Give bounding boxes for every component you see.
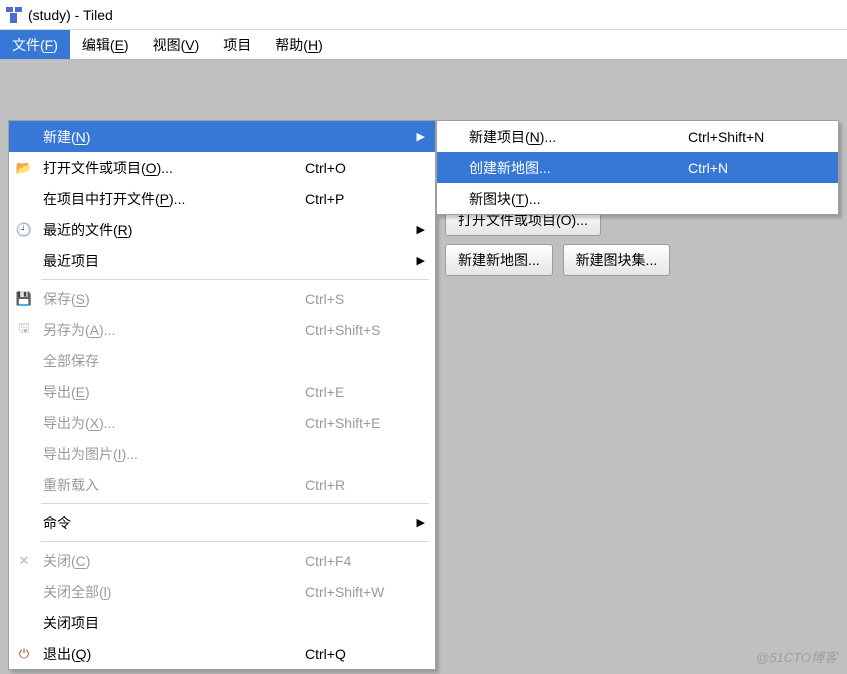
file-menu-save-all: 全部保存 bbox=[9, 345, 435, 376]
app-icon bbox=[6, 7, 22, 23]
menu-help[interactable]: 帮助(H) bbox=[263, 30, 334, 59]
quit-icon: ⏻ bbox=[9, 646, 39, 662]
file-menu-reload: 重新载入 Ctrl+R bbox=[9, 469, 435, 500]
close-icon: ✕ bbox=[9, 553, 39, 569]
file-menu-close-project[interactable]: 关闭项目 bbox=[9, 607, 435, 638]
separator bbox=[41, 541, 429, 542]
workspace: 打开文件或项目(O)... 新建新地图... 新建图块集... 新建(N) ▶ … bbox=[0, 60, 847, 674]
file-dropdown: 新建(N) ▶ 📂 打开文件或项目(O)... Ctrl+O 在项目中打开文件(… bbox=[8, 120, 436, 670]
clock-icon: 🕘 bbox=[9, 222, 39, 238]
menu-bar: 文件(F) 编辑(E) 视图(V) 项目 帮助(H) bbox=[0, 30, 847, 60]
window-title: (study) - Tiled bbox=[28, 7, 113, 23]
save-icon: 💾 bbox=[9, 291, 39, 307]
watermark: @51CTO博客 bbox=[756, 647, 837, 666]
menu-project[interactable]: 项目 bbox=[211, 30, 263, 59]
file-menu-export-as: 导出为(X)... Ctrl+Shift+E bbox=[9, 407, 435, 438]
file-menu-export: 导出(E) Ctrl+E bbox=[9, 376, 435, 407]
folder-open-icon: 📂 bbox=[9, 160, 39, 176]
submenu-new-map[interactable]: 创建新地图... Ctrl+N bbox=[437, 152, 838, 183]
file-menu-recent-projects[interactable]: 最近项目 ▶ bbox=[9, 245, 435, 276]
welcome-row-2: 新建新地图... 新建图块集... bbox=[445, 244, 676, 276]
file-menu-quit[interactable]: ⏻ 退出(Q) Ctrl+Q bbox=[9, 638, 435, 669]
submenu-arrow-icon: ▶ bbox=[417, 130, 425, 143]
menu-file[interactable]: 文件(F) bbox=[0, 30, 70, 59]
file-menu-save-as: 🖫 另存为(A)... Ctrl+Shift+S bbox=[9, 314, 435, 345]
file-menu-open[interactable]: 📂 打开文件或项目(O)... Ctrl+O bbox=[9, 152, 435, 183]
file-menu-open-in-project[interactable]: 在项目中打开文件(P)... Ctrl+P bbox=[9, 183, 435, 214]
file-menu-close: ✕ 关闭(C) Ctrl+F4 bbox=[9, 545, 435, 576]
title-bar: (study) - Tiled bbox=[0, 0, 847, 30]
new-submenu: 新建项目(N)... Ctrl+Shift+N 创建新地图... Ctrl+N … bbox=[436, 120, 839, 215]
file-menu-save: 💾 保存(S) Ctrl+S bbox=[9, 283, 435, 314]
file-menu-export-image: 导出为图片(I)... bbox=[9, 438, 435, 469]
submenu-new-project[interactable]: 新建项目(N)... Ctrl+Shift+N bbox=[437, 121, 838, 152]
separator bbox=[41, 279, 429, 280]
file-menu-close-all: 关闭全部(l) Ctrl+Shift+W bbox=[9, 576, 435, 607]
submenu-arrow-icon: ▶ bbox=[417, 516, 425, 529]
file-menu-new[interactable]: 新建(N) ▶ bbox=[9, 121, 435, 152]
file-menu-recent-files[interactable]: 🕘 最近的文件(R) ▶ bbox=[9, 214, 435, 245]
welcome-new-tileset-button[interactable]: 新建图块集... bbox=[563, 244, 671, 276]
save-as-icon: 🖫 bbox=[9, 319, 39, 341]
separator bbox=[41, 503, 429, 504]
welcome-new-map-button[interactable]: 新建新地图... bbox=[445, 244, 553, 276]
menu-edit[interactable]: 编辑(E) bbox=[70, 30, 141, 59]
submenu-arrow-icon: ▶ bbox=[417, 223, 425, 236]
submenu-arrow-icon: ▶ bbox=[417, 254, 425, 267]
submenu-new-tileset[interactable]: 新图块(T)... bbox=[437, 183, 838, 214]
menu-view[interactable]: 视图(V) bbox=[141, 30, 212, 59]
file-menu-commands[interactable]: 命令 ▶ bbox=[9, 507, 435, 538]
